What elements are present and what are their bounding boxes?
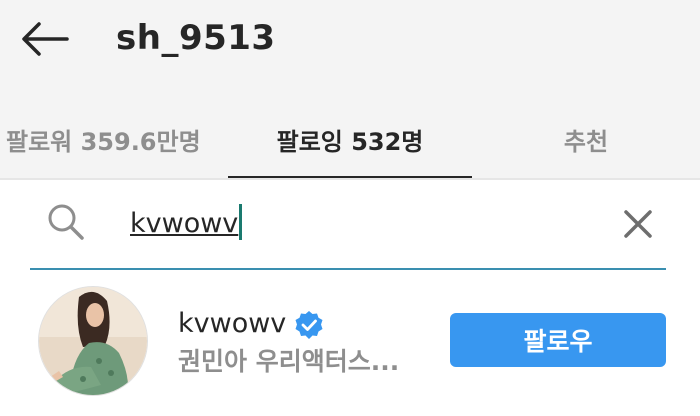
tab-bar: 팔로워 359.6만명 팔로잉 532명 추천 [0,100,700,178]
back-arrow-icon [22,22,69,56]
verified-badge-icon [295,311,323,339]
header-divider [0,178,700,180]
search-input[interactable]: kvwowv [130,206,238,242]
tab-followers[interactable]: 팔로워 359.6만명 [0,100,228,178]
result-username[interactable]: kvwowv [178,306,286,342]
search-bar[interactable]: kvwowv [30,190,666,270]
profile-photo [39,287,147,395]
search-icon [48,204,84,240]
tab-suggested[interactable]: 추천 [472,100,700,178]
top-bar: sh_9513 팔로워 359.6만명 팔로잉 532명 추천 [0,0,700,178]
follow-button[interactable]: 팔로우 [450,313,666,367]
list-item[interactable]: kvwowv 권민아 우리액터스... 팔로우 [0,280,700,416]
result-full-name: 권민아 우리액터스... [178,347,400,376]
tab-following[interactable]: 팔로잉 532명 [228,100,472,178]
page-title: sh_9513 [116,18,276,58]
avatar[interactable] [38,286,148,396]
clear-search-icon[interactable] [618,204,658,244]
text-caret [239,204,242,240]
back-button[interactable] [14,14,74,64]
